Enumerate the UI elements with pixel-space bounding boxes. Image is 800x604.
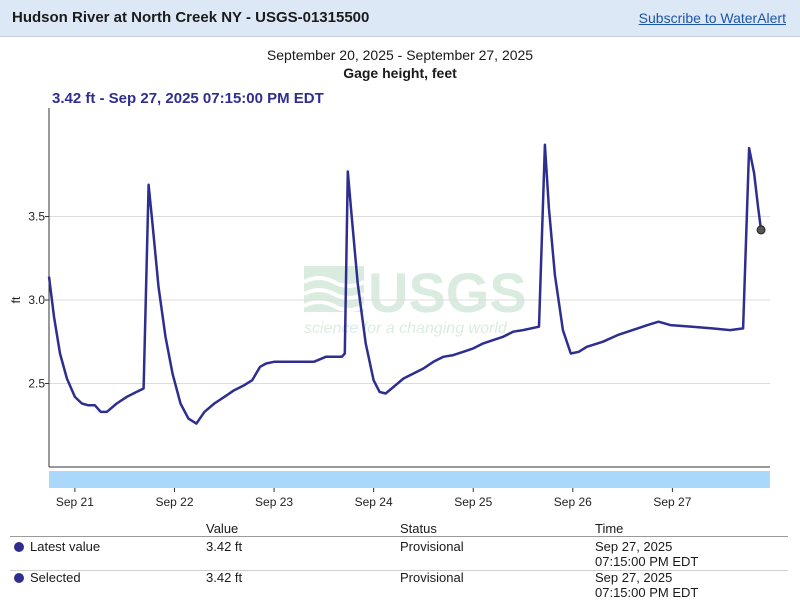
x-axis-ticks: Sep 21 Sep 22 Sep 23 Sep 24 Sep 25 Sep 26 Sep …	[56, 488, 692, 509]
x-tick-label: Sep 24	[355, 495, 393, 509]
y-tick-label: 3.0	[28, 293, 45, 307]
y-tick-label: 2.5	[28, 377, 45, 391]
latest-value-date: Sep 27, 2025	[595, 539, 673, 554]
x-tick-label: Sep 22	[155, 495, 193, 509]
selected-time: 07:15:00 PM EDT	[595, 585, 699, 600]
usgs-watermark: USGS science for a changing world	[303, 261, 527, 337]
selected-date: Sep 27, 2025	[595, 570, 673, 585]
selected-value: 3.42 ft	[206, 570, 243, 585]
x-tick-label: Sep 21	[56, 495, 94, 509]
x-tick-label: Sep 27	[653, 495, 691, 509]
time-brush-bar[interactable]	[49, 471, 770, 488]
table-header-value: Value	[206, 521, 239, 536]
latest-value-status: Provisional	[400, 539, 464, 554]
selected-status: Provisional	[400, 570, 464, 585]
y-tick-label: 3.5	[28, 210, 45, 224]
x-tick-label: Sep 25	[454, 495, 492, 509]
usgs-logo-icon	[303, 266, 365, 312]
series-dot-icon	[14, 573, 24, 583]
series-dot-icon	[14, 542, 24, 552]
hydrograph-chart[interactable]: USGS science for a changing world 2.5 3.0…	[0, 0, 800, 510]
latest-value-label: Latest value	[14, 539, 100, 554]
table-header-time: Time	[595, 521, 624, 536]
latest-value-marker[interactable]	[756, 225, 766, 235]
latest-value-value: 3.42 ft	[206, 539, 243, 554]
usgs-watermark-text: USGS	[368, 261, 527, 324]
selected-label: Selected	[14, 570, 81, 585]
usgs-watermark-tagline: science for a changing world	[304, 320, 508, 337]
x-tick-label: Sep 26	[554, 495, 592, 509]
grid-lines	[49, 216, 770, 385]
latest-value-time: 07:15:00 PM EDT	[595, 554, 699, 569]
x-tick-label: Sep 23	[255, 495, 293, 509]
y-axis-ticks: 2.5 3.0 3.5	[28, 210, 49, 391]
table-header-divider	[10, 536, 788, 537]
table-header-status: Status	[400, 521, 437, 536]
y-axis-label: ft	[9, 296, 23, 303]
